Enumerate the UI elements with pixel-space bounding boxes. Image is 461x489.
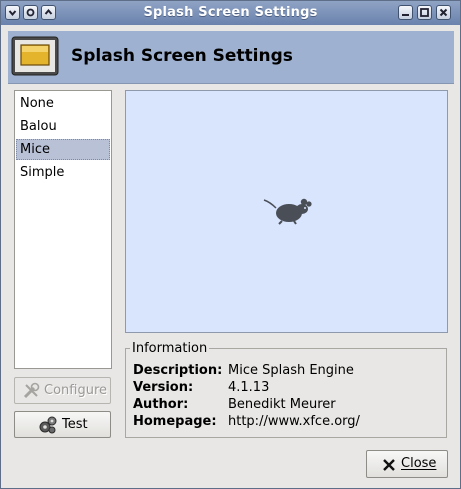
close-window-button[interactable] <box>436 5 451 20</box>
page-title: Splash Screen Settings <box>71 46 293 66</box>
homepage-value: http://www.xfce.org/ <box>228 414 360 429</box>
mouse-icon <box>263 198 312 225</box>
configure-button[interactable]: Configure <box>14 377 111 404</box>
test-button[interactable]: Test <box>14 411 111 438</box>
title-bar[interactable]: Splash Screen Settings <box>1 1 460 25</box>
configure-label: Configure <box>44 383 108 398</box>
version-label: Version: <box>133 380 194 395</box>
theme-item-none[interactable]: None <box>16 93 110 114</box>
theme-item-simple[interactable]: Simple <box>16 162 110 183</box>
minimize-button[interactable] <box>398 5 413 20</box>
theme-item-balou[interactable]: Balou <box>16 116 110 137</box>
close-icon <box>383 459 395 471</box>
splash-preview <box>125 90 448 333</box>
close-label: Close <box>401 456 437 471</box>
homepage-label: Homepage: <box>133 414 217 429</box>
theme-item-mice[interactable]: Mice <box>16 139 110 160</box>
window-title: Splash Screen Settings <box>143 5 318 20</box>
description-label: Description: <box>133 363 223 378</box>
maximize-icon <box>420 8 429 17</box>
author-value: Benedikt Meurer <box>228 397 336 412</box>
settings-window: Splash Screen Settings Splash Screen Set… <box>0 0 461 489</box>
tools-icon <box>23 382 40 399</box>
close-button[interactable]: Close <box>366 450 448 478</box>
theme-list[interactable]: None Balou Mice Simple <box>14 90 112 369</box>
author-label: Author: <box>133 397 189 412</box>
information-legend: Information <box>130 341 210 356</box>
maximize-button[interactable] <box>417 5 432 20</box>
dialog-header: Splash Screen Settings <box>8 31 454 84</box>
test-label: Test <box>62 417 88 432</box>
version-value: 4.1.13 <box>228 380 270 395</box>
gears-icon <box>39 416 57 434</box>
minimize-icon <box>402 14 409 16</box>
splash-settings-icon <box>11 36 59 76</box>
description-value: Mice Splash Engine <box>228 363 354 378</box>
close-icon <box>439 8 448 17</box>
